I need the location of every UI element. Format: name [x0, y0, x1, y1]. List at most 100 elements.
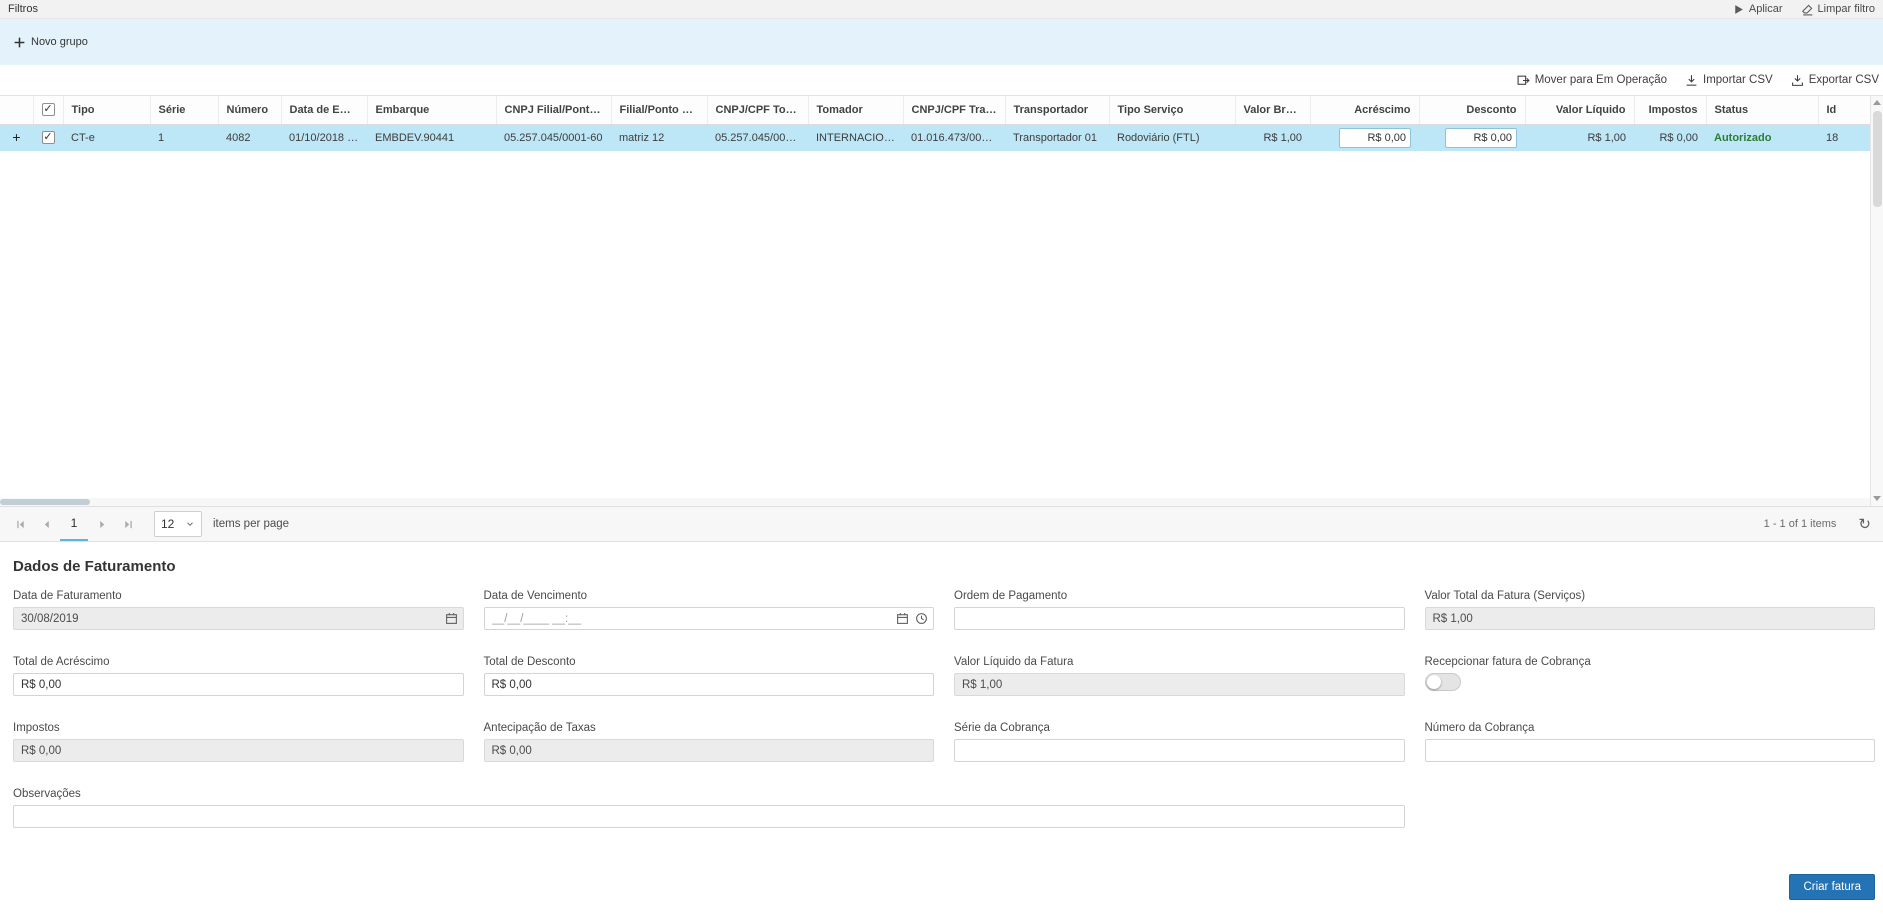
- field-numero-cobranca: Número da Cobrança: [1425, 722, 1876, 762]
- cell-cnpj-tomador: 05.257.045/0001-60: [707, 124, 808, 151]
- col-header-transportador[interactable]: Transportador: [1005, 96, 1109, 124]
- field-valor-liquido: Valor Líquido da Fatura: [954, 656, 1405, 696]
- valor-total-label: Valor Total da Fatura (Serviços): [1425, 590, 1876, 602]
- cell-acrescimo: [1310, 124, 1419, 151]
- vertical-scrollbar[interactable]: [1870, 96, 1883, 506]
- col-header-cnpj-filial[interactable]: CNPJ Filial/Ponto de ...: [496, 96, 611, 124]
- import-csv-button[interactable]: Importar CSV: [1685, 74, 1773, 87]
- valor-liquido-label: Valor Líquido da Fatura: [954, 656, 1405, 668]
- cell-valor-liquido: R$ 1,00: [1525, 124, 1634, 151]
- status-badge: Autorizado: [1714, 132, 1771, 144]
- field-total-acrescimo: Total de Acréscimo: [13, 656, 464, 696]
- col-header-cnpj-transportador[interactable]: CNPJ/CPF Transp...: [903, 96, 1005, 124]
- clear-filter-button[interactable]: Limpar filtro: [1801, 3, 1875, 16]
- col-header-id[interactable]: Id: [1818, 96, 1870, 124]
- table-row[interactable]: + CT-e 1 4082 01/10/2018 11:07 EMBDEV.90…: [0, 124, 1870, 151]
- observacoes-input[interactable]: [13, 805, 1405, 828]
- export-download-icon: [1791, 74, 1804, 87]
- expand-plus-icon[interactable]: +: [12, 129, 20, 145]
- grid-pager: 1 12 items per page 1 - 1 of 1 items ↻: [0, 506, 1883, 542]
- toggle-knob: [1427, 675, 1441, 689]
- cell-serie: 1: [150, 124, 218, 151]
- export-csv-button[interactable]: Exportar CSV: [1791, 74, 1879, 87]
- col-header-valor-bruto[interactable]: Valor Bruto: [1235, 96, 1310, 124]
- new-group-label: Novo grupo: [31, 36, 88, 48]
- ordem-pagamento-input[interactable]: [954, 607, 1405, 630]
- first-page-button[interactable]: [8, 512, 32, 536]
- page-number-button[interactable]: 1: [60, 507, 88, 541]
- grid-table: Tipo Série Número Data de Emiss... Embar…: [0, 96, 1871, 151]
- field-observacoes: Observações: [13, 788, 1405, 828]
- impostos-label: Impostos: [13, 722, 464, 734]
- page-size-select[interactable]: 12: [154, 511, 202, 537]
- total-desconto-input[interactable]: [484, 673, 935, 696]
- cell-embarque: EMBDEV.90441: [367, 124, 496, 151]
- col-header-filial[interactable]: Filial/Ponto de O...: [611, 96, 707, 124]
- col-header-status[interactable]: Status: [1706, 96, 1818, 124]
- clock-icon[interactable]: [915, 612, 928, 625]
- data-vencimento-input[interactable]: [484, 607, 935, 630]
- antecipacao-input[interactable]: [484, 739, 935, 762]
- col-header-desconto[interactable]: Desconto: [1419, 96, 1525, 124]
- field-valor-total: Valor Total da Fatura (Serviços): [1425, 590, 1876, 630]
- col-header-numero[interactable]: Número: [218, 96, 281, 124]
- valor-liquido-input[interactable]: [954, 673, 1405, 696]
- field-impostos: Impostos: [13, 722, 464, 762]
- col-header-acrescimo[interactable]: Acréscimo: [1310, 96, 1419, 124]
- horizontal-scrollbar[interactable]: [0, 498, 1870, 506]
- apply-filter-label: Aplicar: [1749, 3, 1783, 15]
- scroll-up-arrow-icon[interactable]: [1873, 100, 1881, 105]
- filter-bar: Filtros Aplicar Limpar filtro: [0, 0, 1883, 19]
- calendar-icon[interactable]: [896, 612, 909, 625]
- col-header-tomador[interactable]: Tomador: [808, 96, 903, 124]
- refresh-icon[interactable]: ↻: [1858, 517, 1871, 532]
- data-faturamento-input[interactable]: [13, 607, 464, 630]
- valor-total-input[interactable]: [1425, 607, 1876, 630]
- grid-empty-area: [0, 151, 1870, 498]
- filters-title: Filtros: [8, 3, 38, 15]
- total-desconto-label: Total de Desconto: [484, 656, 935, 668]
- horizontal-scrollbar-thumb[interactable]: [0, 499, 90, 505]
- field-ordem-pagamento: Ordem de Pagamento: [954, 590, 1405, 630]
- cell-status: Autorizado: [1706, 124, 1818, 151]
- total-acrescimo-input[interactable]: [13, 673, 464, 696]
- cell-data-emissao: 01/10/2018 11:07: [281, 124, 367, 151]
- vertical-scrollbar-thumb[interactable]: [1873, 111, 1882, 207]
- cell-id: 18: [1818, 124, 1870, 151]
- move-to-operation-button[interactable]: Mover para Em Operação: [1517, 74, 1667, 87]
- col-header-data-emissao[interactable]: Data de Emiss...: [281, 96, 367, 124]
- page-size-value: 12: [161, 517, 174, 531]
- move-to-operation-label: Mover para Em Operação: [1535, 74, 1667, 86]
- previous-page-button[interactable]: [34, 512, 58, 536]
- recepcionar-toggle[interactable]: [1425, 673, 1461, 691]
- numero-cobranca-label: Número da Cobrança: [1425, 722, 1876, 734]
- plus-icon: [13, 36, 26, 49]
- col-header-cnpj-tomador[interactable]: CNPJ/CPF Tomador: [707, 96, 808, 124]
- col-header-tipo-servico[interactable]: Tipo Serviço: [1109, 96, 1235, 124]
- impostos-input[interactable]: [13, 739, 464, 762]
- col-header-serie[interactable]: Série: [150, 96, 218, 124]
- col-header-impostos[interactable]: Impostos: [1634, 96, 1706, 124]
- select-all-checkbox[interactable]: [42, 103, 55, 116]
- calendar-icon[interactable]: [445, 612, 458, 625]
- field-serie-cobranca: Série da Cobrança: [954, 722, 1405, 762]
- next-page-button[interactable]: [90, 512, 114, 536]
- recepcionar-label: Recepcionar fatura de Cobrança: [1425, 656, 1876, 668]
- chevron-down-icon: [185, 519, 195, 529]
- field-data-faturamento: Data de Faturamento: [13, 590, 464, 630]
- row-checkbox[interactable]: [42, 131, 55, 144]
- acrescimo-input[interactable]: [1339, 128, 1411, 148]
- grid-header-row: Tipo Série Número Data de Emiss... Embar…: [0, 96, 1870, 124]
- cell-cnpj-filial: 05.257.045/0001-60: [496, 124, 611, 151]
- col-header-tipo[interactable]: Tipo: [63, 96, 150, 124]
- serie-cobranca-input[interactable]: [954, 739, 1405, 762]
- col-header-embarque[interactable]: Embarque: [367, 96, 496, 124]
- col-header-valor-liquido[interactable]: Valor Líquido: [1525, 96, 1634, 124]
- last-page-button[interactable]: [116, 512, 140, 536]
- create-invoice-button[interactable]: Criar fatura: [1789, 874, 1875, 900]
- numero-cobranca-input[interactable]: [1425, 739, 1876, 762]
- scroll-down-arrow-icon[interactable]: [1873, 496, 1881, 501]
- desconto-input[interactable]: [1445, 128, 1517, 148]
- new-group-button[interactable]: Novo grupo: [13, 36, 88, 49]
- apply-filter-button[interactable]: Aplicar: [1732, 3, 1783, 16]
